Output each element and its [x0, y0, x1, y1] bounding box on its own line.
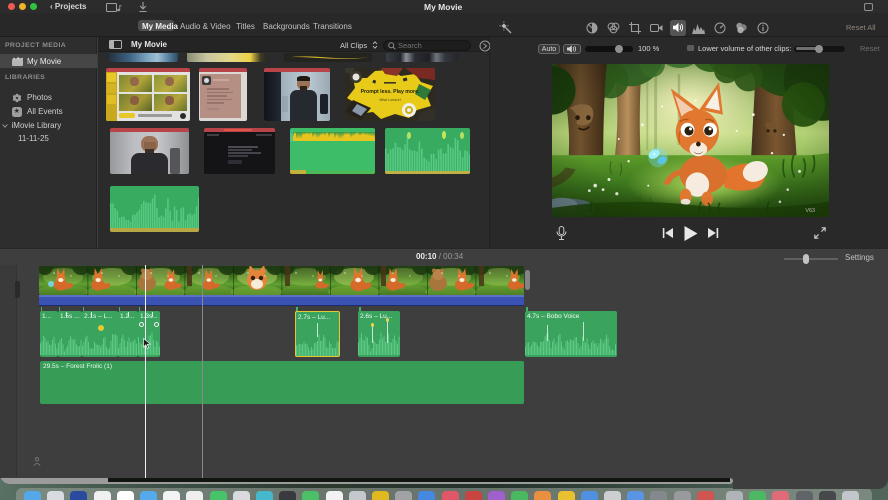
svg-text:Prompt less. Play more.: Prompt less. Play more.	[361, 89, 420, 95]
svg-text:What Luma AI: What Luma AI	[379, 98, 400, 102]
svg-text:V63: V63	[805, 208, 815, 214]
